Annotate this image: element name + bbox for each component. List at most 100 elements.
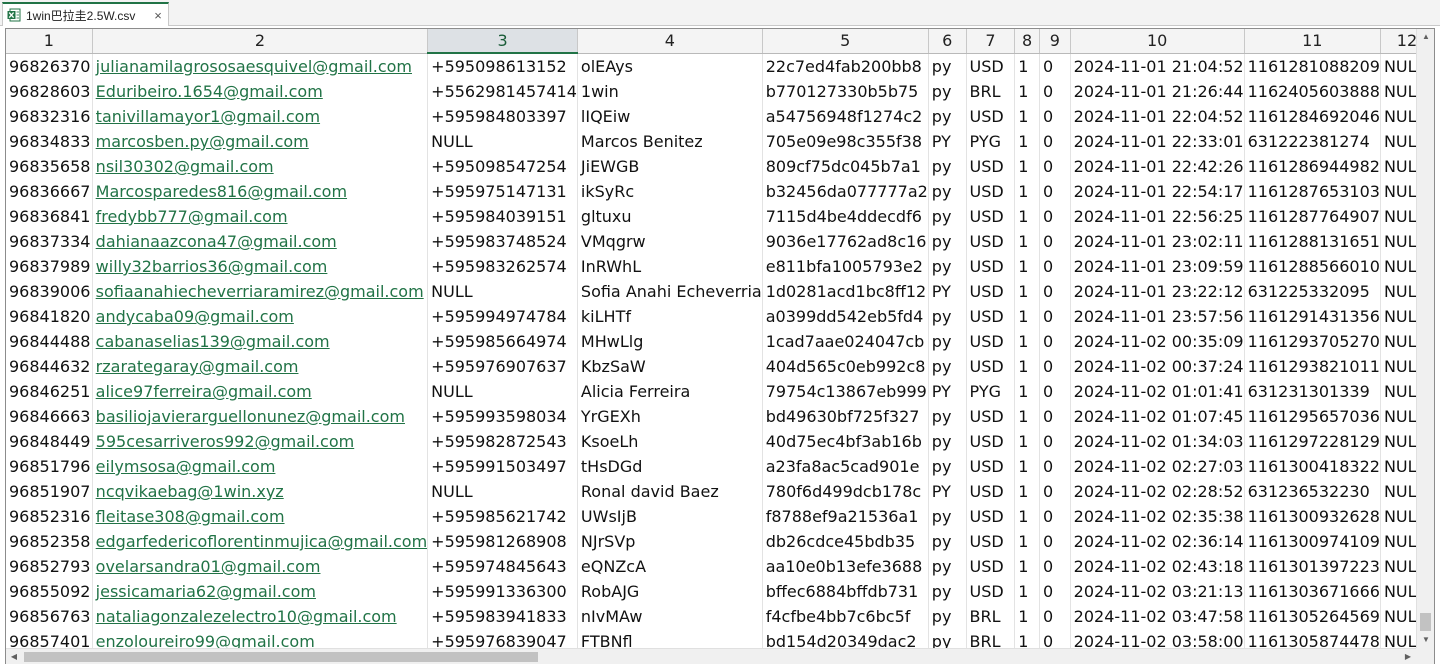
table-cell[interactable]: 1 <box>1014 329 1041 354</box>
table-cell[interactable]: 1 <box>1014 454 1041 479</box>
table-cell[interactable]: USD <box>966 179 1016 204</box>
table-cell[interactable]: 1 <box>1014 504 1041 529</box>
table-cell[interactable]: db26cdce45bdb35 <box>762 529 929 554</box>
table-cell[interactable]: a23fa8ac5cad901e <box>762 454 929 479</box>
table-cell[interactable]: NULL <box>427 479 578 504</box>
table-cell[interactable]: 1 <box>1014 529 1041 554</box>
table-cell[interactable]: 96828603 <box>6 79 93 104</box>
table-cell[interactable]: 96834833 <box>6 129 93 154</box>
table-cell[interactable]: 96837334 <box>6 229 93 254</box>
table-cell[interactable]: 0 <box>1039 154 1071 179</box>
column-header-2[interactable]: 2 <box>92 29 429 54</box>
table-cell[interactable]: 96839006 <box>6 279 93 304</box>
table-cell[interactable]: 0 <box>1039 479 1071 504</box>
table-cell[interactable]: USD <box>966 429 1016 454</box>
table-cell[interactable]: 0 <box>1039 304 1071 329</box>
table-cell[interactable]: USD <box>966 104 1016 129</box>
table-cell[interactable]: 0 <box>1039 279 1071 304</box>
table-cell[interactable]: USD <box>966 329 1016 354</box>
table-cell[interactable]: KbzSaW <box>577 354 763 379</box>
table-cell[interactable]: +595991336300 <box>427 579 578 604</box>
table-cell[interactable]: USD <box>966 254 1016 279</box>
table-cell[interactable]: py <box>928 529 967 554</box>
table-cell[interactable]: 1161300932628 <box>1244 504 1381 529</box>
table-cell[interactable]: BRL <box>966 79 1016 104</box>
table-cell[interactable]: 96852316 <box>6 504 93 529</box>
table-cell[interactable]: JiEWGB <box>577 154 763 179</box>
table-cell[interactable]: 631225332095 <box>1244 279 1381 304</box>
table-cell[interactable]: 1161288566010 <box>1244 254 1381 279</box>
horizontal-scroll-thumb[interactable] <box>24 652 538 662</box>
table-cell[interactable]: 1161293705270 <box>1244 329 1381 354</box>
table-cell[interactable]: 2024-11-02 03:21:13 <box>1070 579 1245 604</box>
table-cell[interactable]: 1161303671666 <box>1244 579 1381 604</box>
table-cell[interactable]: 0 <box>1039 104 1071 129</box>
table-cell[interactable]: nIvMAw <box>577 604 763 629</box>
table-cell[interactable]: KsoeLh <box>577 429 763 454</box>
table-cell[interactable]: USD <box>966 53 1016 79</box>
table-cell[interactable]: USD <box>966 304 1016 329</box>
column-header-3[interactable]: 3 <box>427 29 578 54</box>
column-header-1[interactable]: 1 <box>6 29 93 54</box>
table-row[interactable]: 96835658 nsil30302@gmail.com +595098547254… <box>6 154 1434 179</box>
table-cell[interactable]: UWsIjB <box>577 504 763 529</box>
table-row[interactable]: 96828603 Eduribeiro.1654@gmail.com +556298… <box>6 79 1434 104</box>
table-cell[interactable]: py <box>928 454 967 479</box>
table-cell[interactable]: 0 <box>1039 579 1071 604</box>
column-header-4[interactable]: 4 <box>577 29 763 54</box>
table-cell[interactable]: py <box>928 579 967 604</box>
table-cell[interactable]: 2024-11-01 23:09:59 <box>1070 254 1245 279</box>
table-cell[interactable]: 2024-11-01 22:42:26 <box>1070 154 1245 179</box>
table-row[interactable]: 96852316 fleitase308@gmail.com +5959856217… <box>6 504 1434 529</box>
table-row[interactable]: 96852358 edgarfedericoflorentinmujica@gma… <box>6 529 1434 554</box>
table-cell[interactable]: 1d0281acd1bc8ff12 <box>762 279 929 304</box>
table-cell[interactable]: +595098547254 <box>427 154 578 179</box>
email-cell[interactable]: 595cesarriveros992@gmail.com <box>92 429 429 454</box>
table-cell[interactable]: 0 <box>1039 254 1071 279</box>
table-row[interactable]: 96836841 fredybb777@gmail.com +59598403915… <box>6 204 1434 229</box>
email-cell[interactable]: ncqvikaebag@1win.xyz <box>92 479 429 504</box>
table-cell[interactable]: py <box>928 179 967 204</box>
table-row[interactable]: 96855092 jessicamaria62@gmail.com +5959913… <box>6 579 1434 604</box>
email-cell[interactable]: fleitase308@gmail.com <box>92 504 429 529</box>
table-cell[interactable]: 1 <box>1014 379 1041 404</box>
table-cell[interactable]: 2024-11-01 22:56:25 <box>1070 204 1245 229</box>
email-cell[interactable]: rzarategaray@gmail.com <box>92 354 429 379</box>
table-cell[interactable]: 1 <box>1014 79 1041 104</box>
table-cell[interactable]: 1161300418322 <box>1244 454 1381 479</box>
file-tab[interactable]: 1win巴拉圭2.5W.csv × <box>2 2 169 26</box>
table-cell[interactable]: 96836667 <box>6 179 93 204</box>
table-cell[interactable]: 1 <box>1014 204 1041 229</box>
table-cell[interactable]: 1161286944982 <box>1244 154 1381 179</box>
table-cell[interactable]: 96841820 <box>6 304 93 329</box>
table-cell[interactable]: py <box>928 429 967 454</box>
table-cell[interactable]: 2024-11-01 21:26:44 <box>1070 79 1245 104</box>
table-cell[interactable]: 1161281088209 <box>1244 53 1381 79</box>
email-cell[interactable]: eilymsosa@gmail.com <box>92 454 429 479</box>
table-cell[interactable]: bffec6884bffdb731 <box>762 579 929 604</box>
table-cell[interactable]: e811bfa1005793e2 <box>762 254 929 279</box>
table-cell[interactable]: 1161287653103 <box>1244 179 1381 204</box>
table-row[interactable]: 96837989 willy32barrios36@gmail.com +59598… <box>6 254 1434 279</box>
table-cell[interactable]: 96837989 <box>6 254 93 279</box>
table-cell[interactable]: MHwLlg <box>577 329 763 354</box>
table-cell[interactable]: py <box>928 154 967 179</box>
table-cell[interactable]: USD <box>966 154 1016 179</box>
table-cell[interactable]: RobAJG <box>577 579 763 604</box>
table-cell[interactable]: +595985621742 <box>427 504 578 529</box>
table-cell[interactable]: 1 <box>1014 429 1041 454</box>
table-cell[interactable]: 96844488 <box>6 329 93 354</box>
table-cell[interactable]: 2024-11-01 23:57:56 <box>1070 304 1245 329</box>
email-cell[interactable]: willy32barrios36@gmail.com <box>92 254 429 279</box>
table-cell[interactable]: py <box>928 554 967 579</box>
table-cell[interactable]: NJrSVp <box>577 529 763 554</box>
table-row[interactable]: 96837334 dahianaazcona47@gmail.com +595983… <box>6 229 1434 254</box>
table-cell[interactable]: +5562981457414 <box>427 79 578 104</box>
table-cell[interactable]: 2024-11-02 02:43:18 <box>1070 554 1245 579</box>
table-cell[interactable]: py <box>928 504 967 529</box>
table-cell[interactable]: 404d565c0eb992c8 <box>762 354 929 379</box>
column-header-7[interactable]: 7 <box>966 29 1016 54</box>
table-cell[interactable]: 1161300974109 <box>1244 529 1381 554</box>
table-cell[interactable]: 705e09e98c355f38 <box>762 129 929 154</box>
table-cell[interactable]: NULL <box>427 379 578 404</box>
